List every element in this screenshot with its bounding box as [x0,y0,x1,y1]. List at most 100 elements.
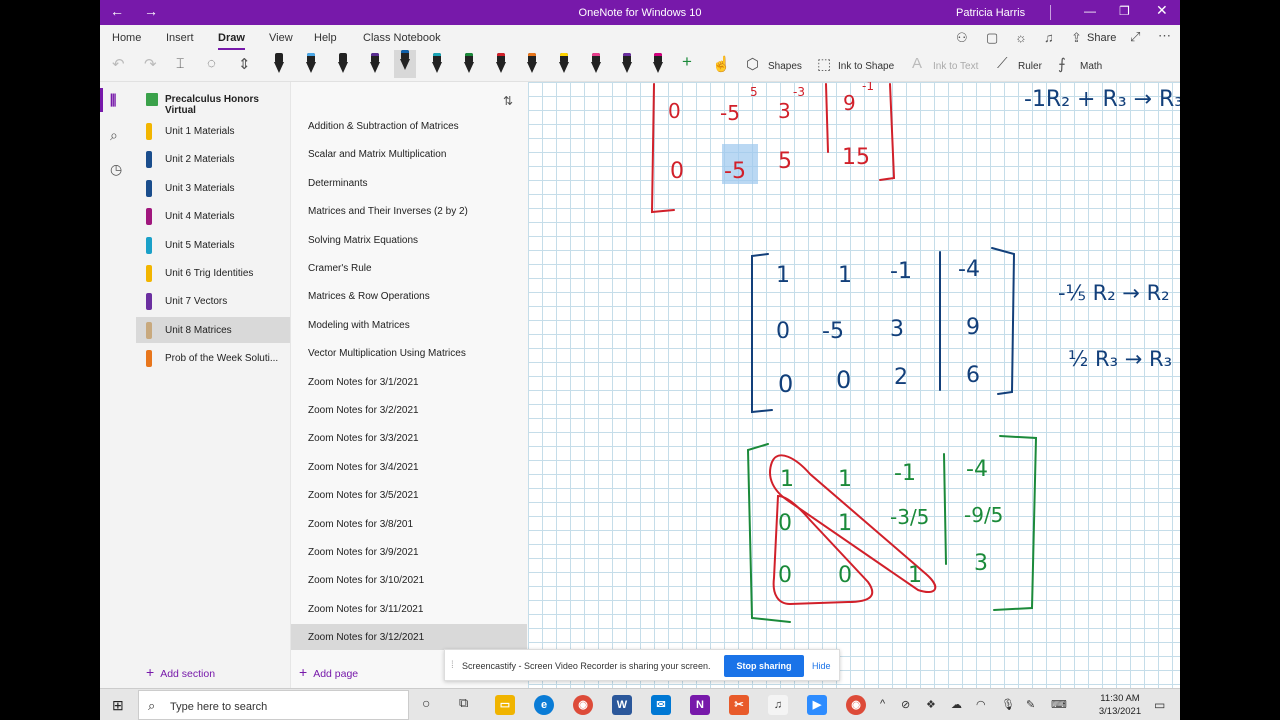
lasso-select-icon[interactable]: ◌ [207,55,216,72]
tab-draw[interactable]: Draw [218,32,245,50]
section-item[interactable]: Prob of the Week Soluti... [136,345,290,371]
mail-icon[interactable]: ✉ [651,695,671,715]
add-space-icon[interactable]: ⇕ [238,55,251,73]
shapes-button[interactable]: Shapes [768,61,802,72]
pen-tool-magenta[interactable] [651,53,665,75]
page-item[interactable]: Zoom Notes for 3/9/2021 [291,539,527,565]
touch-draw-icon[interactable]: ☝ [712,55,731,73]
pen-workspace-icon[interactable]: ✎ [1026,698,1035,711]
taskbar-search-box[interactable]: ⌕ Type here to search [138,690,409,720]
task-view-icon[interactable]: ⧉ [459,695,468,711]
redo-icon[interactable]: ↷ [144,55,157,73]
user-name[interactable]: Patricia Harris [956,7,1025,19]
section-item[interactable]: Unit 4 Materials [136,203,290,229]
tab-home[interactable]: Home [112,32,141,44]
cortana-icon[interactable]: ○ [422,695,430,711]
ink-to-text-icon[interactable]: A [912,55,922,72]
page-item[interactable]: Zoom Notes for 3/5/2021 [291,482,527,508]
notifications-icon[interactable]: ▭ [1154,698,1165,712]
system-clock[interactable]: 11:30 AM 3/13/2021 [1090,692,1150,718]
page-item[interactable]: Zoom Notes for 3/1/2021 [291,369,527,395]
section-item[interactable]: Unit 3 Materials [136,175,290,201]
immersive-reader-icon[interactable]: ⚇ [956,30,968,46]
highlighter-tool[interactable] [304,53,318,75]
tab-class-notebook[interactable]: Class Notebook [363,32,441,44]
page-item[interactable]: Scalar and Matrix Multiplication [291,141,527,167]
type-select-icon[interactable]: ⌶ [176,55,184,72]
zoom-icon[interactable]: ▶ [807,695,827,715]
pen-tool-1[interactable] [272,53,286,75]
itunes-icon[interactable]: ♫ [768,695,788,715]
section-item[interactable]: Unit 2 Materials [136,146,290,172]
page-item[interactable]: Matrices and Their Inverses (2 by 2) [291,198,527,224]
pen-tool-orange[interactable] [525,53,539,75]
share-button[interactable]: Share [1087,32,1116,44]
page-item[interactable]: Determinants [291,170,527,196]
page-item[interactable]: Matrices & Row Operations [291,283,527,309]
page-view-icon[interactable]: ▢ [986,30,998,46]
dropbox-icon[interactable]: ❖ [926,698,936,711]
windows-start-icon[interactable]: ⊞ [112,697,124,714]
ruler-button[interactable]: Ruler [1018,61,1042,72]
onedrive-icon[interactable]: ☁ [951,698,962,711]
pen-tool-green[interactable] [462,53,476,75]
section-item[interactable]: Unit 8 Matrices [136,316,290,343]
page-item[interactable]: Zoom Notes for 3/8/201 [291,511,527,537]
section-item[interactable]: Unit 6 Trig Identities [136,260,290,286]
page-item[interactable]: Zoom Notes for 3/11/2021 [291,596,527,622]
pen-tool-teal[interactable] [430,53,444,75]
hide-banner-button[interactable]: Hide [812,661,831,671]
restore-icon[interactable]: ❐ [1119,4,1130,18]
section-item[interactable]: Unit 7 Vectors [136,288,290,314]
pen-tool-selected[interactable] [394,50,416,78]
pen-tool-pink[interactable] [589,53,603,75]
page-item[interactable]: Modeling with Matrices [291,312,527,338]
page-item[interactable]: Zoom Notes for 3/12/2021 [291,624,527,651]
ink-to-shape-icon[interactable]: ⬚ [817,55,831,73]
math-icon[interactable]: ⨍ [1058,55,1066,73]
notebooks-icon[interactable]: ⫼ [110,92,116,109]
pen-tool-2[interactable] [336,53,350,75]
more-options-icon[interactable]: ⋯ [1158,28,1171,44]
file-explorer-icon[interactable]: ▭ [495,695,515,715]
edge-icon[interactable]: e [534,695,554,715]
undo-icon[interactable]: ↶ [112,55,125,73]
pen-tool-purple[interactable] [620,53,634,75]
page-item[interactable]: Solving Matrix Equations [291,227,527,253]
pen-tool-3[interactable] [368,53,382,75]
lightbulb-icon[interactable]: ☼ [1015,30,1027,45]
page-item[interactable]: Addition & Subtraction of Matrices [291,113,527,139]
share-icon[interactable]: ⇪ [1071,30,1082,46]
math-button[interactable]: Math [1080,61,1102,72]
page-item[interactable]: Zoom Notes for 3/10/2021 [291,567,527,593]
section-item[interactable]: Unit 5 Materials [136,232,290,258]
note-canvas[interactable]: 0 -5 5 3 -3 9 -1 0 -5 5 15 -1R₂ + R₃ → R… [528,82,1180,688]
page-item[interactable]: Cramer's Rule [291,255,527,281]
tab-help[interactable]: Help [314,32,337,44]
pen-tool-red[interactable] [494,53,508,75]
page-item[interactable]: Zoom Notes for 3/3/2021 [291,425,527,451]
page-item[interactable]: Zoom Notes for 3/2/2021 [291,397,527,423]
snip-sketch-icon[interactable]: ✂ [729,695,749,715]
stop-sharing-button[interactable]: Stop sharing [724,655,804,677]
ink-to-text-button[interactable]: Ink to Text [933,61,978,72]
notebook-name[interactable]: Precalculus Honors Virtual [165,94,290,116]
bell-icon[interactable]: ♫ [1044,30,1054,45]
show-hidden-icons[interactable]: ^ [880,698,885,710]
wifi-icon[interactable]: ◠ [976,698,986,711]
chrome-icon[interactable]: ◉ [573,695,593,715]
tab-view[interactable]: View [269,32,293,44]
expand-icon[interactable]: ⤢ [1130,29,1140,45]
ruler-icon[interactable]: ⟋ [997,55,1008,72]
drag-handle-icon[interactable]: ⁞ [451,660,454,671]
page-item[interactable]: Vector Multiplication Using Matrices [291,340,527,366]
section-item[interactable]: Unit 1 Materials [136,118,290,144]
add-pen-icon[interactable]: + [682,52,692,72]
recent-notes-icon[interactable]: ◷ [110,161,122,178]
minimize-icon[interactable]: — [1084,4,1096,18]
ink-to-shape-button[interactable]: Ink to Shape [838,61,894,72]
microphone-icon[interactable]: 🎙 [1001,698,1015,711]
sort-pages-icon[interactable]: ⇅ [503,94,513,108]
chrome-profile-icon[interactable]: ◉ [846,695,866,715]
onenote-icon[interactable]: N [690,695,710,715]
